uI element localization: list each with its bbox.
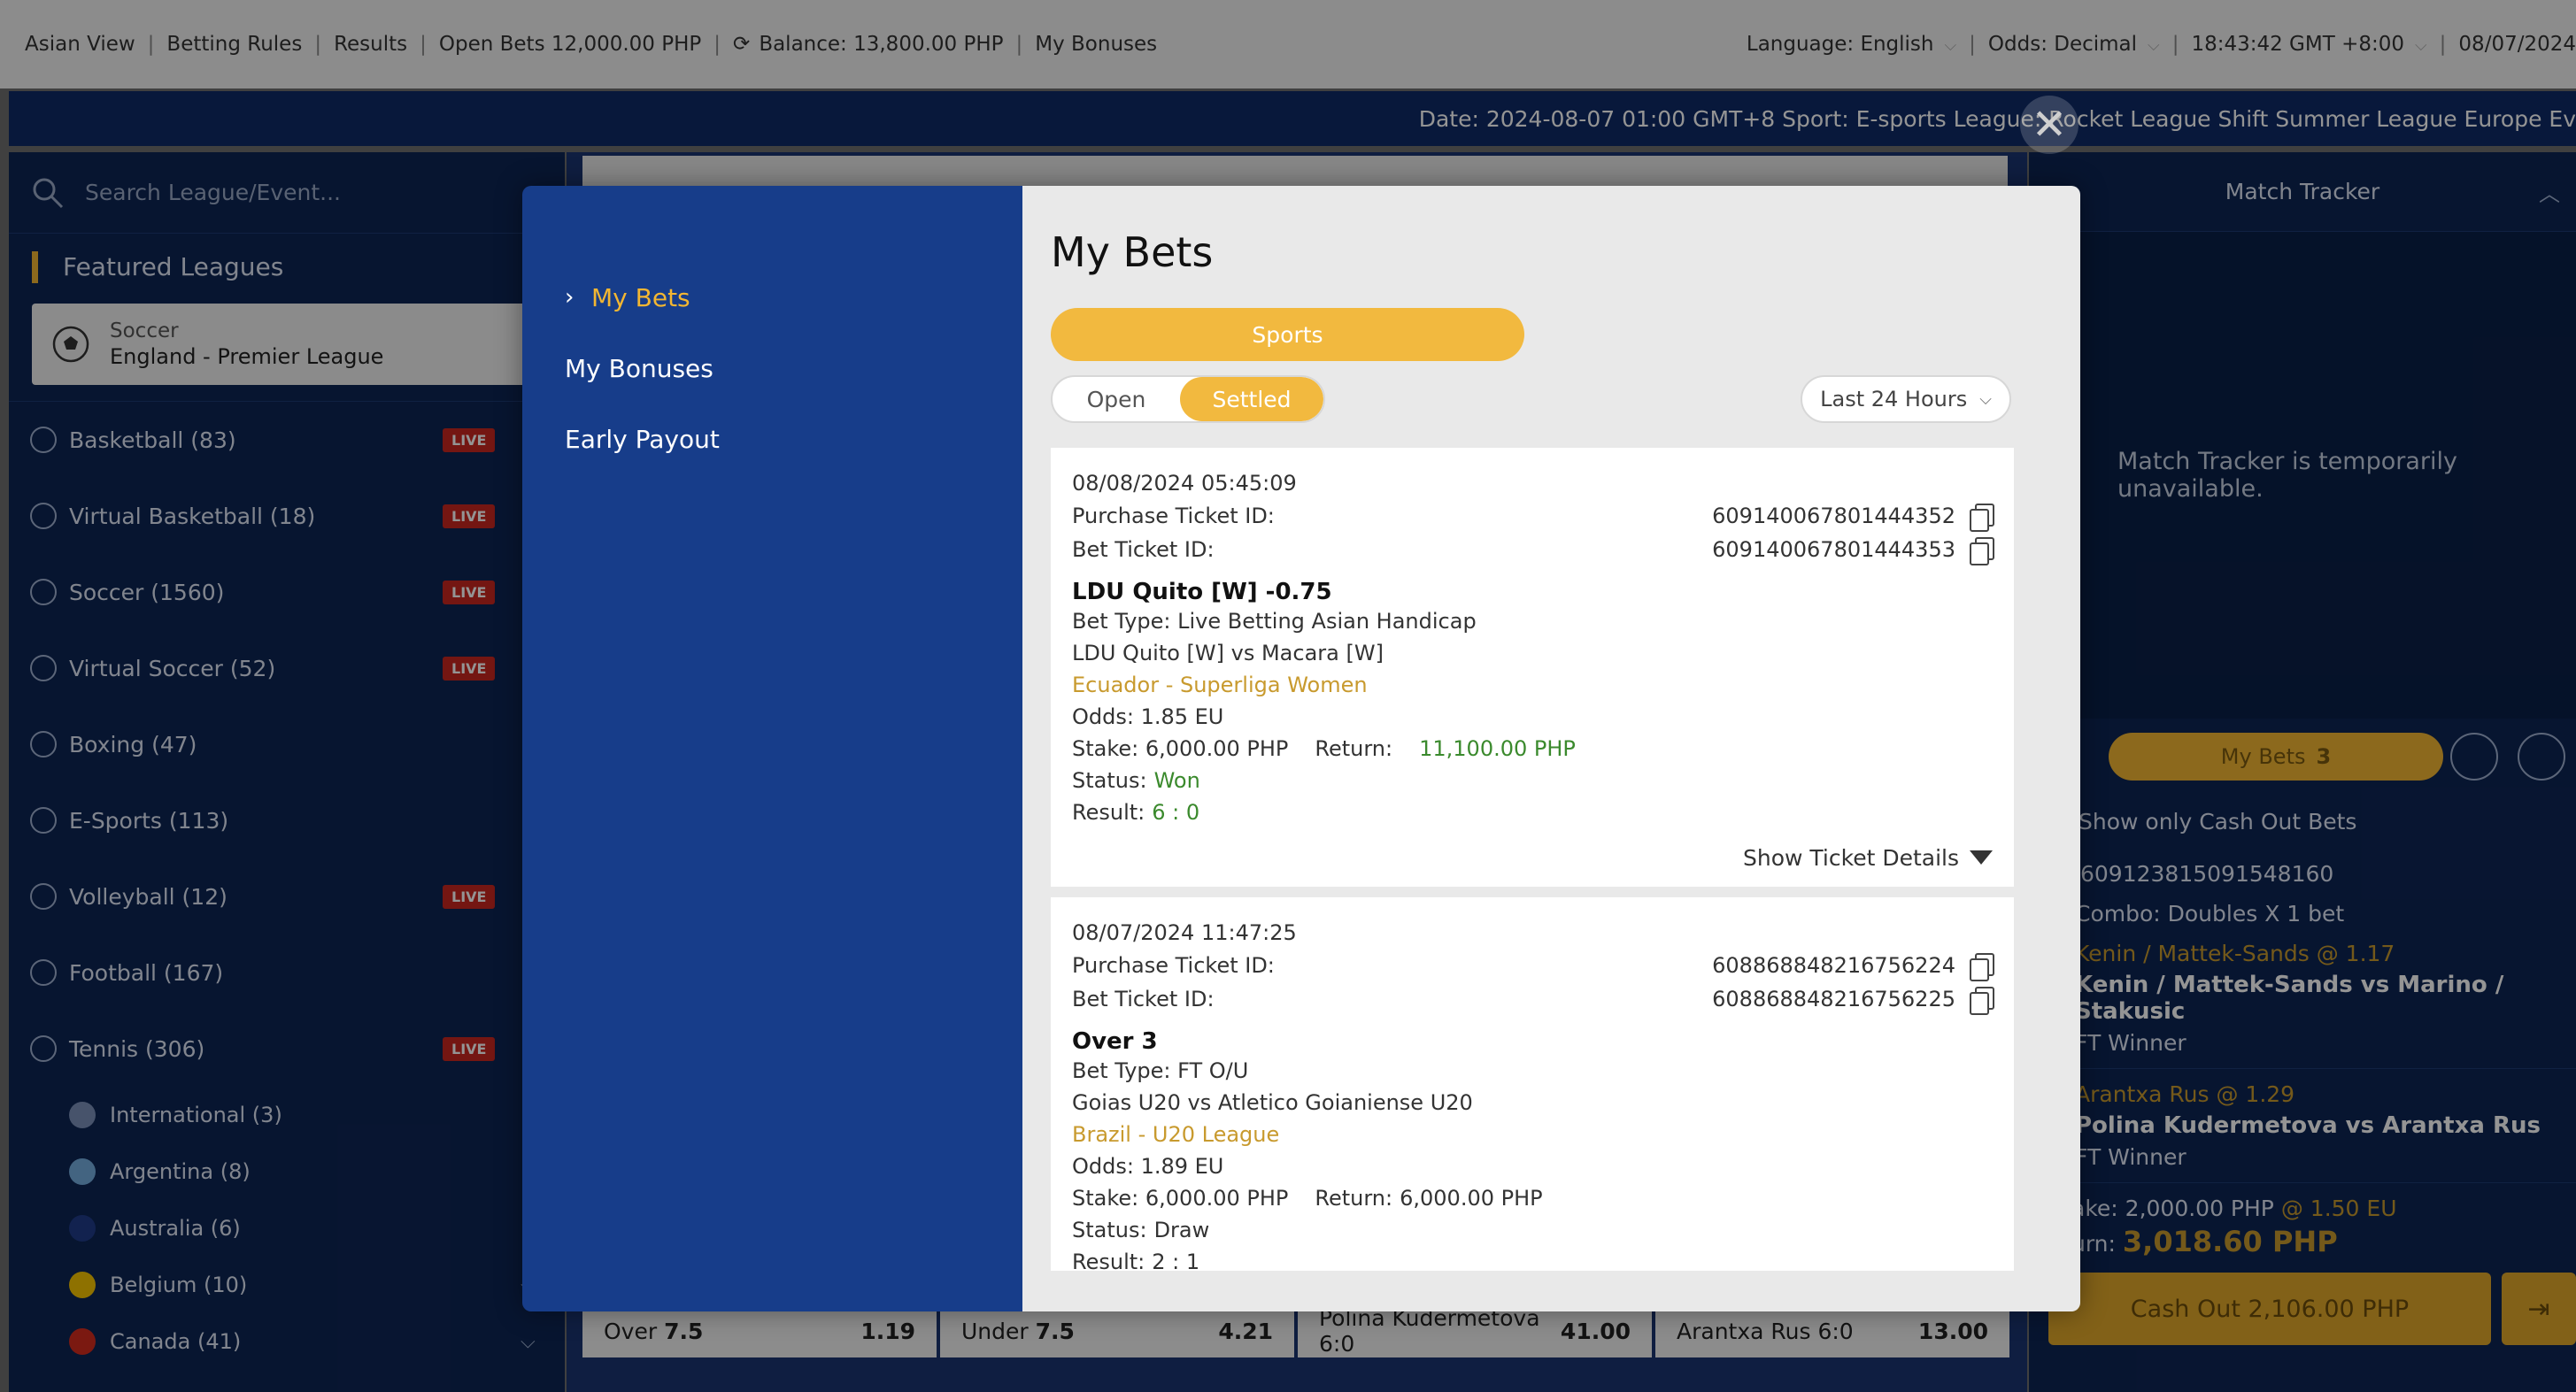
bet-status: Status: Draw: [1072, 1218, 1210, 1242]
return-value: 6,000.00 PHP: [1400, 1186, 1543, 1211]
result-value: 6 : 0: [1152, 800, 1200, 825]
nav-my-bonuses[interactable]: My Bonuses: [522, 333, 1022, 404]
bet-selection: LDU Quito [W] -0.75: [1072, 579, 1332, 605]
bet-result: Result: 6 : 0: [1072, 800, 1200, 825]
nav-early-payout[interactable]: Early Payout: [522, 404, 1022, 474]
tab-settled[interactable]: Settled: [1180, 377, 1323, 421]
purchase-ticket-label: Purchase Ticket ID:: [1072, 504, 1275, 528]
bet-result: Result: 2 : 1: [1072, 1246, 1993, 1271]
bet-card: 08/07/2024 11:47:25 Purchase Ticket ID: …: [1051, 897, 2014, 1271]
bet-status: Status: Won: [1072, 768, 1200, 793]
bet-datetime: 08/07/2024 11:47:25: [1072, 920, 1297, 945]
bet-league: Ecuador - Superliga Women: [1072, 673, 1368, 697]
status-segment: Open Settled: [1051, 375, 1325, 423]
bet-odds: Odds: 1.85 EU: [1072, 704, 1224, 729]
bets-list[interactable]: 08/08/2024 05:45:09 Purchase Ticket ID: …: [1051, 448, 2014, 1271]
modal-title: My Bets: [1051, 228, 1214, 276]
bet-datetime: 08/08/2024 05:45:09: [1072, 471, 1297, 496]
copy-icon[interactable]: [1970, 987, 1994, 1015]
bet-selection: Over 3: [1072, 1028, 1158, 1055]
time-range-dropdown[interactable]: Last 24 Hours ⌵: [1801, 375, 2011, 423]
modal-nav: › My Bets My Bonuses Early Payout: [522, 186, 1022, 1311]
bet-league: Brazil - U20 League: [1072, 1122, 1280, 1147]
bet-match: LDU Quito [W] vs Macara [W]: [1072, 641, 1384, 665]
bet-type: Bet Type: Live Betting Asian Handicap: [1072, 609, 1477, 634]
my-bets-modal: › My Bets My Bonuses Early Payout My Bet…: [522, 186, 2080, 1311]
bet-ticket-label: Bet Ticket ID:: [1072, 537, 1215, 562]
filter-row: Open Settled Last 24 Hours ⌵: [1051, 375, 2011, 425]
status-value: Won: [1153, 768, 1200, 793]
bet-card: 08/08/2024 05:45:09 Purchase Ticket ID: …: [1051, 448, 2014, 887]
chevron-down-icon: ⌵: [1979, 389, 1992, 409]
bet-ticket-id: 609140067801444353: [1712, 537, 1955, 562]
nav-my-bets[interactable]: › My Bets: [522, 262, 1022, 333]
tab-sports[interactable]: Sports: [1051, 308, 1524, 361]
purchase-ticket-id: 609140067801444352: [1712, 504, 1955, 528]
copy-icon[interactable]: [1970, 504, 1994, 532]
bet-stake-return: Stake: 6,000.00 PHP Return: 11,100.00 PHP: [1072, 736, 1576, 761]
copy-icon[interactable]: [1970, 953, 1994, 981]
bet-ticket-id: 608868848216756225: [1712, 987, 1955, 1011]
purchase-ticket-id: 608868848216756224: [1712, 953, 1955, 978]
bet-stake-return: Stake: 6,000.00 PHP Return: 6,000.00 PHP: [1072, 1186, 1543, 1211]
chevron-right-icon: ›: [565, 284, 575, 311]
modal-main: My Bets Sports Open Settled Last 24 Hour…: [1022, 186, 2080, 1311]
return-value: 11,100.00 PHP: [1419, 736, 1576, 761]
result-value: 2 : 1: [1152, 1250, 1200, 1271]
copy-icon[interactable]: [1970, 537, 1994, 565]
purchase-ticket-label: Purchase Ticket ID:: [1072, 953, 1275, 978]
show-ticket-details-button[interactable]: Show Ticket Details: [1072, 828, 1993, 887]
tab-open[interactable]: Open: [1053, 377, 1180, 421]
bet-odds: Odds: 1.89 EU: [1072, 1154, 1224, 1179]
bet-type: Bet Type: FT O/U: [1072, 1058, 1249, 1083]
bet-ticket-label: Bet Ticket ID:: [1072, 987, 1215, 1011]
bet-match: Goias U20 vs Atletico Goianiense U20: [1072, 1090, 1473, 1115]
close-icon[interactable]: ✕: [2020, 96, 2079, 154]
status-value: Draw: [1153, 1218, 1210, 1242]
caret-down-icon: [1970, 850, 1993, 865]
